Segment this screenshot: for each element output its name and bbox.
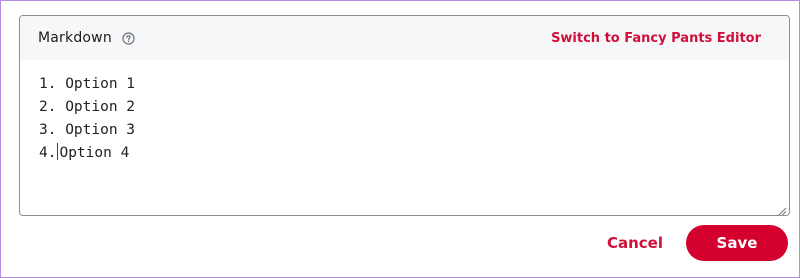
markdown-editor: Markdown Switch to Fancy Pants Editor 1.… — [19, 15, 790, 216]
editor-mode-group: Markdown — [38, 30, 135, 46]
editor-mode-label: Markdown — [38, 30, 112, 46]
markdown-textarea[interactable]: 1. Option 1 2. Option 2 3. Option 3 4. Op… — [20, 60, 789, 215]
line-text: Option 2 — [56, 99, 136, 115]
text-line: 3. Option 3 — [39, 119, 789, 142]
text-line: 2. Option 2 — [39, 96, 789, 119]
line-number: 2. — [39, 99, 57, 115]
editor-header: Markdown Switch to Fancy Pants Editor — [20, 16, 789, 60]
line-text: Option 1 — [56, 76, 136, 92]
form-actions: Cancel Save — [607, 225, 788, 261]
line-text: Option 4 — [59, 145, 130, 161]
line-number: 1. — [39, 76, 57, 92]
cancel-button[interactable]: Cancel — [607, 234, 663, 252]
line-number: 4. — [39, 145, 57, 161]
help-icon[interactable] — [122, 31, 135, 45]
line-text: Option 3 — [56, 122, 136, 138]
resize-grip-icon[interactable] — [777, 203, 787, 215]
switch-to-fancy-pants-editor-link[interactable]: Switch to Fancy Pants Editor — [551, 31, 761, 46]
line-number: 3. — [39, 122, 57, 138]
text-line: 1. Option 1 — [39, 73, 789, 96]
text-line: 4. Option 4 — [39, 142, 789, 165]
save-button[interactable]: Save — [686, 225, 788, 261]
